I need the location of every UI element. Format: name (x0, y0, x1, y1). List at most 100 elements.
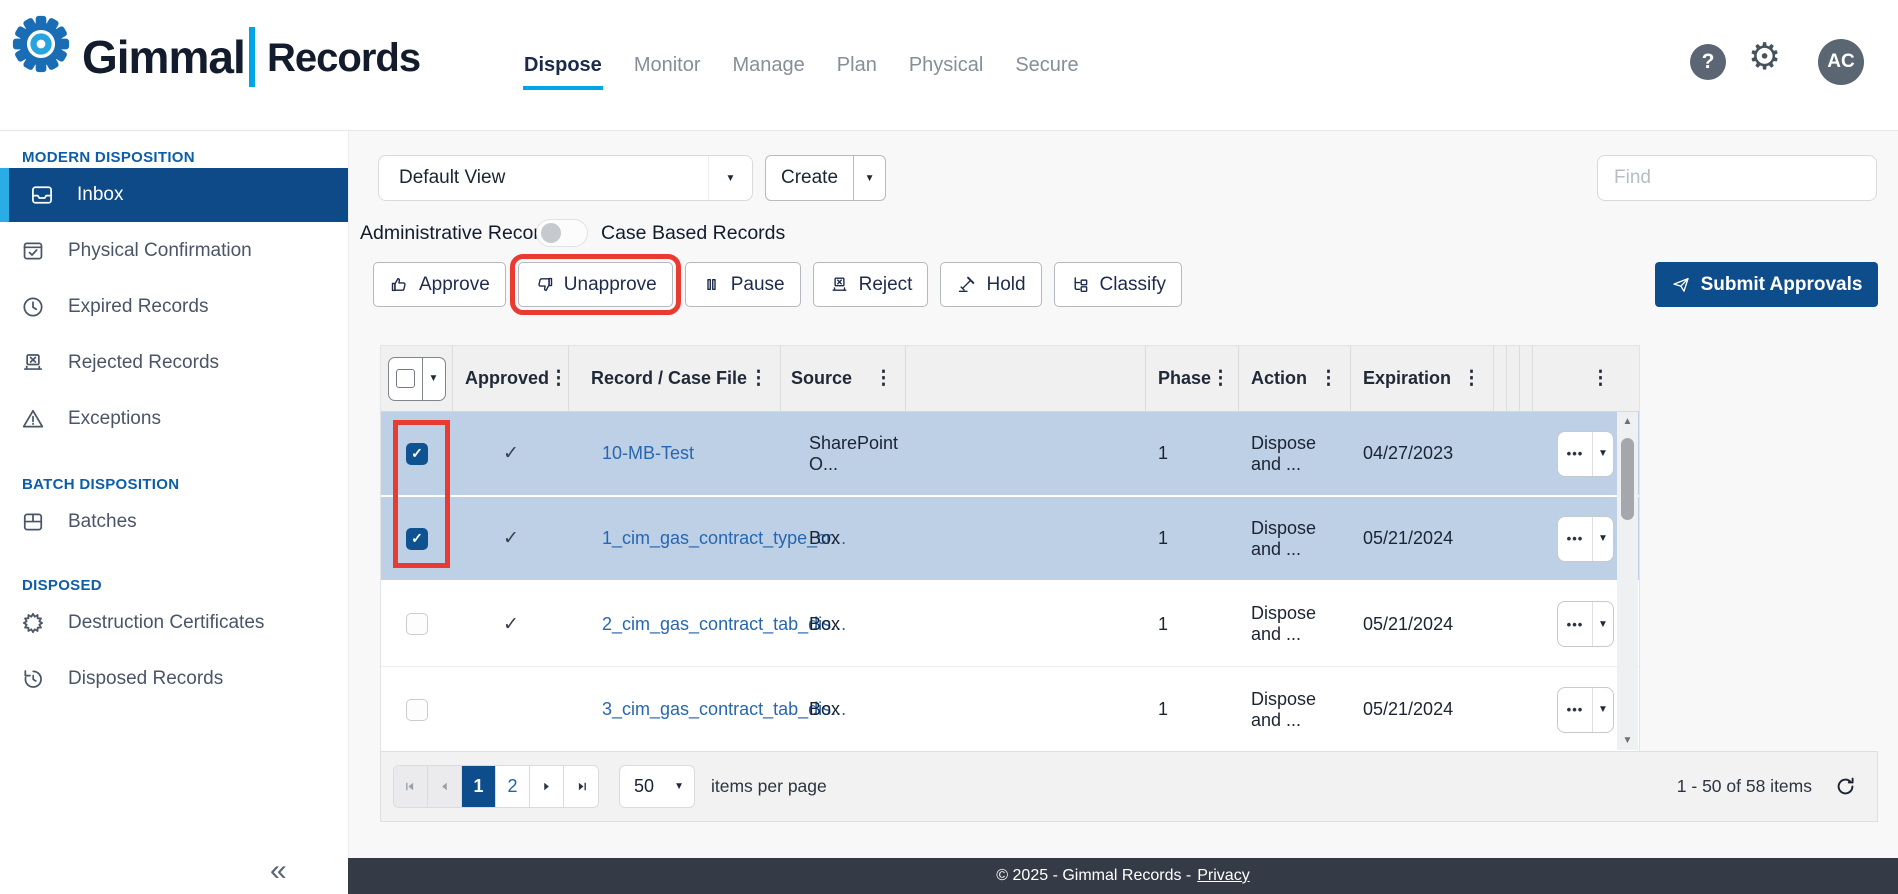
find-input[interactable] (1597, 155, 1877, 201)
column-header-source[interactable]: Source ⋮ (781, 346, 906, 411)
select-all-checkbox[interactable] (396, 369, 415, 388)
approved-cell: ✓ (453, 412, 569, 495)
row-checkbox[interactable]: ✓ (406, 528, 428, 550)
settings-gear-icon[interactable]: ⚙ (1748, 38, 1781, 75)
row-menu-caret[interactable]: ▼ (1592, 602, 1613, 646)
nav-tab-manage[interactable]: Manage (732, 50, 806, 81)
classify-button[interactable]: Classify (1054, 262, 1183, 307)
view-selector-caret[interactable]: ▼ (708, 156, 752, 200)
scroll-up-icon[interactable]: ▲ (1617, 416, 1638, 427)
column-menu-icon[interactable]: ⋮ (1319, 367, 1338, 390)
row-menu-split-button[interactable]: ••• ▼ (1557, 516, 1614, 562)
page-button-1[interactable]: 1 (462, 766, 496, 807)
chevron-down-icon: ▼ (674, 781, 684, 792)
submit-approvals-label: Submit Approvals (1701, 274, 1863, 296)
first-page-button[interactable] (394, 766, 428, 807)
sidebar-item-batches[interactable]: Batches (0, 495, 348, 549)
column-menu-icon[interactable]: ⋮ (1462, 367, 1481, 390)
row-checkbox[interactable] (406, 699, 428, 721)
column-header-record[interactable]: Record / Case File ⋮ (569, 346, 781, 411)
table-row[interactable]: ✓ ✓ 1_cim_gas_contract_type_cr... Box 1 … (381, 497, 1639, 582)
spacer-cell (906, 667, 1146, 752)
narrow-cell (1506, 582, 1518, 666)
scrollbar-thumb[interactable] (1621, 438, 1634, 520)
sidebar-item-inbox[interactable]: Inbox (0, 168, 348, 222)
approve-button[interactable]: Approve (373, 262, 506, 307)
ellipsis-icon[interactable]: ••• (1558, 517, 1592, 561)
nav-tab-dispose[interactable]: Dispose (523, 50, 603, 81)
row-menu-caret[interactable]: ▼ (1592, 688, 1613, 732)
row-menu-split-button[interactable]: ••• ▼ (1557, 687, 1614, 733)
ellipsis-icon[interactable]: ••• (1558, 602, 1592, 646)
submit-approvals-button[interactable]: Submit Approvals (1655, 262, 1878, 307)
sidebar-item-physical-confirmation[interactable]: Physical Confirmation (0, 224, 348, 278)
classify-tree-icon (1070, 274, 1091, 295)
nav-tab-secure[interactable]: Secure (1014, 50, 1079, 81)
gavel-icon (956, 274, 977, 295)
copyright-text: © 2025 - Gimmal Records - (996, 867, 1191, 885)
select-all-split-button[interactable]: ▼ (388, 357, 446, 401)
create-button[interactable]: Create ▼ (765, 155, 886, 201)
column-header-approved[interactable]: Approved ⋮ (453, 346, 569, 411)
record-link[interactable]: 10-MB-Test (602, 443, 694, 464)
row-menu-caret[interactable]: ▼ (1592, 517, 1613, 561)
column-menu-icon[interactable]: ⋮ (1211, 367, 1230, 390)
rejected-box-icon (20, 350, 46, 376)
create-dropdown-caret[interactable]: ▼ (853, 156, 885, 200)
table-row[interactable]: ✓ ✓ 10-MB-Test SharePoint O... 1 Dispose… (381, 412, 1639, 497)
brand-name: Gimmal (82, 30, 245, 84)
chevron-down-icon: ▼ (1598, 704, 1608, 715)
sidebar-collapse-icon[interactable]: « (270, 854, 287, 888)
column-menu-icon[interactable]: ⋮ (549, 367, 568, 390)
help-icon[interactable]: ? (1690, 44, 1726, 80)
select-all-caret[interactable]: ▼ (422, 358, 445, 400)
column-menu-icon[interactable]: ⋮ (874, 367, 893, 390)
previous-page-button[interactable] (428, 766, 462, 807)
nav-tab-monitor[interactable]: Monitor (633, 50, 702, 81)
refresh-icon[interactable] (1834, 775, 1857, 798)
row-menu-split-button[interactable]: ••• ▼ (1557, 601, 1614, 647)
avatar[interactable]: AC (1818, 39, 1864, 85)
pause-button[interactable]: Pause (685, 262, 801, 307)
hold-button[interactable]: Hold (940, 262, 1041, 307)
sidebar-item-disposed-records[interactable]: Disposed Records (0, 652, 348, 706)
thumbs-down-icon (534, 274, 555, 295)
ellipsis-icon[interactable]: ••• (1558, 432, 1592, 476)
row-checkbox[interactable]: ✓ (406, 443, 428, 465)
page-button-2[interactable]: 2 (496, 766, 530, 807)
unapprove-button[interactable]: Unapprove (518, 262, 673, 307)
chevron-down-icon: ▼ (726, 173, 736, 184)
table-row[interactable]: ✓ 2_cim_gas_contract_tab_dis... Box 1 Di… (381, 582, 1639, 667)
sidebar-item-exceptions[interactable]: Exceptions (0, 392, 348, 446)
sidebar-item-label: Rejected Records (68, 352, 219, 374)
nav-tab-plan[interactable]: Plan (836, 50, 878, 81)
column-header-action[interactable]: Action ⋮ (1239, 346, 1351, 411)
grid-vertical-scrollbar[interactable]: ▲ ▼ (1617, 412, 1638, 750)
scroll-down-icon[interactable]: ▼ (1617, 735, 1638, 746)
reject-button[interactable]: Reject (813, 262, 929, 307)
column-header-expiration[interactable]: Expiration ⋮ (1351, 346, 1494, 411)
row-menu-split-button[interactable]: ••• ▼ (1557, 431, 1614, 477)
sidebar-item-expired-records[interactable]: Expired Records (0, 280, 348, 334)
column-menu-icon[interactable]: ⋮ (749, 367, 768, 390)
column-header-phase[interactable]: Phase ⋮ (1146, 346, 1239, 411)
ellipsis-icon[interactable]: ••• (1558, 688, 1592, 732)
row-actions-cell: ••• ▼ (1530, 582, 1625, 666)
view-selector[interactable]: Default View ▼ (378, 155, 753, 201)
records-mode-toggle[interactable] (536, 219, 588, 247)
sidebar-item-rejected-records[interactable]: Rejected Records (0, 336, 348, 390)
page-size-selector[interactable]: 50 ▼ (619, 765, 695, 808)
next-page-button[interactable] (530, 766, 564, 807)
sidebar-item-destruction-certificates[interactable]: Destruction Certificates (0, 596, 348, 650)
nav-tab-physical[interactable]: Physical (908, 50, 984, 81)
row-checkbox[interactable] (406, 613, 428, 635)
table-row[interactable]: 3_cim_gas_contract_tab_dis... Box 1 Disp… (381, 667, 1639, 752)
last-page-button[interactable] (564, 766, 598, 807)
sidebar-item-label: Destruction Certificates (68, 612, 264, 634)
row-menu-caret[interactable]: ▼ (1592, 432, 1613, 476)
narrow-column (1520, 346, 1533, 411)
privacy-link[interactable]: Privacy (1197, 867, 1249, 885)
narrow-cell (1494, 412, 1506, 495)
source-cell: Box (781, 582, 906, 666)
column-menu-icon[interactable]: ⋮ (1591, 367, 1610, 390)
